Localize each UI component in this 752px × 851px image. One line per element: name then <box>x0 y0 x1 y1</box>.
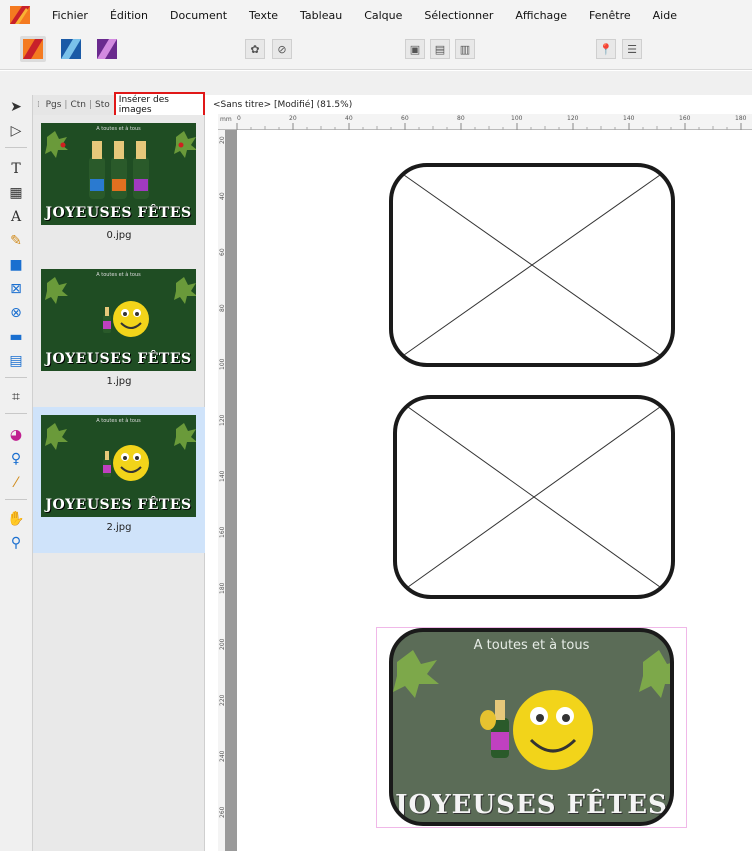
ellipse-frame-tool-icon[interactable]: ⊗ <box>6 303 26 323</box>
transparency-tool-icon[interactable]: ♀ <box>6 449 26 469</box>
asset-thumbnail[interactable]: A toutes et à tous JOYEUSES FÊTES <box>41 415 196 517</box>
preflight-icon[interactable]: ✿ <box>245 39 265 59</box>
table-tool-icon[interactable]: ▦ <box>6 183 26 203</box>
menu-texte[interactable]: Texte <box>249 9 278 22</box>
toolbar: ✿ ⊘ ▣ ▤ ▥ 📍 ☰ <box>0 30 752 70</box>
menu-aide[interactable]: Aide <box>653 9 677 22</box>
ruler-ticks <box>236 123 742 130</box>
thumb-banner: JOYEUSES FÊTES <box>45 351 192 367</box>
tools-panel: ➤ ▷ T ▦ A ✎ ■ ⊠ ⊗ ▬ ▤ ⌗ ◕ ♀ ⁄ ✋ ⚲ <box>0 95 33 851</box>
thumb-banner: JOYEUSES FÊTES <box>45 205 192 221</box>
picture-frame-filled[interactable]: A toutes et à tous JOYEUSES FÊTES <box>376 627 687 828</box>
menu-bar: Fichier Édition Document Texte Tableau C… <box>0 0 752 30</box>
menu-selectionner[interactable]: Sélectionner <box>424 9 493 22</box>
panel-tabs: ⁞ Pgs | Ctn | Sto Insérer des images <box>33 92 205 118</box>
designer-persona-icon[interactable] <box>58 36 84 62</box>
zoom-tool-icon[interactable]: ⚲ <box>6 533 26 553</box>
artistic-text-tool-icon[interactable]: A <box>6 207 26 227</box>
panel-grip-icon[interactable]: ⁞ <box>37 100 45 110</box>
pin-icon[interactable]: 📍 <box>596 39 616 59</box>
wrap-around-icon[interactable]: ▤ <box>430 39 450 59</box>
tab-stock[interactable]: Sto <box>94 100 111 110</box>
node-tool-icon[interactable]: ▷ <box>6 121 26 141</box>
text-wrap-icon[interactable]: ▣ <box>405 39 425 59</box>
ruler-label: 140 <box>623 115 635 122</box>
photo-persona-icon[interactable] <box>94 36 120 62</box>
tool-divider <box>5 147 27 148</box>
ruler-label: 100 <box>511 115 523 122</box>
publisher-persona-icon[interactable] <box>20 36 46 62</box>
menu-affichage[interactable]: Affichage <box>515 9 567 22</box>
asset-thumbnail[interactable]: A toutes et à tous JOYEUSES FÊTES <box>41 123 196 225</box>
shape-tool-icon[interactable]: ■ <box>6 255 26 275</box>
image-assets-panel: A toutes et à tous JOYEUSES FÊTES 0.jpg <box>33 115 205 851</box>
asset-name: 1.jpg <box>106 376 132 387</box>
placed-image-caption: A toutes et à tous <box>473 638 590 653</box>
tool-divider <box>5 377 27 378</box>
tool-divider <box>5 499 27 500</box>
picture-frame-empty[interactable] <box>388 162 676 368</box>
tab-separator: | <box>64 100 68 110</box>
ruler-label: 40 <box>345 115 353 122</box>
asset-item[interactable]: A toutes et à tous JOYEUSES FÊTES 0.jpg <box>33 115 205 261</box>
text-frame-icon[interactable]: ☰ <box>622 39 642 59</box>
menu-edition[interactable]: Édition <box>110 9 148 22</box>
ruler-unit: mm <box>220 116 232 123</box>
ruler-label: 160 <box>679 115 691 122</box>
pen-tool-icon[interactable]: ✎ <box>6 231 26 251</box>
hand-tool-icon[interactable]: ✋ <box>6 509 26 529</box>
color-picker-icon[interactable]: ⁄ <box>6 473 26 493</box>
tab-separator: | <box>89 100 93 110</box>
menu-tableau[interactable]: Tableau <box>300 9 342 22</box>
ruler-label: 0 <box>237 115 241 122</box>
picture-frame-tool-icon[interactable]: ⊠ <box>6 279 26 299</box>
menu-calque[interactable]: Calque <box>364 9 402 22</box>
text-frame-tool-icon[interactable]: T <box>6 159 26 179</box>
crop-tool-icon[interactable]: ⌗ <box>6 387 26 407</box>
app-logo-icon[interactable] <box>10 6 30 24</box>
menu-fenetre[interactable]: Fenêtre <box>589 9 631 22</box>
frame-text-tool-icon[interactable]: ▤ <box>6 351 26 371</box>
ruler-label: 180 <box>735 115 747 122</box>
asset-thumbnail[interactable]: A toutes et à tous JOYEUSES FÊTES <box>41 269 196 371</box>
placed-image[interactable]: A toutes et à tous JOYEUSES FÊTES <box>389 628 674 826</box>
menu-document[interactable]: Document <box>170 9 227 22</box>
ruler-label: 80 <box>457 115 465 122</box>
menu-fichier[interactable]: Fichier <box>52 9 88 22</box>
ruler-label: 20 <box>289 115 297 122</box>
move-tool-icon[interactable]: ➤ <box>6 97 26 117</box>
tool-divider <box>5 413 27 414</box>
ruler-label: 120 <box>567 115 579 122</box>
thumb-banner: JOYEUSES FÊTES <box>45 497 192 513</box>
wrap-square-icon[interactable]: ▥ <box>455 39 475 59</box>
picture-frame-empty[interactable] <box>392 394 676 600</box>
tab-content[interactable]: Ctn <box>69 100 87 110</box>
pasteboard <box>225 130 237 851</box>
fill-tool-icon[interactable]: ◕ <box>6 425 26 445</box>
document-tab[interactable]: <Sans titre> [Modifié] (81.5%) <box>213 97 352 113</box>
asset-item[interactable]: A toutes et à tous JOYEUSES FÊTES 1.jpg <box>33 261 205 407</box>
place-image-tool-icon[interactable]: ▬ <box>6 327 26 347</box>
ruler-label: 60 <box>401 115 409 122</box>
placed-image-banner: JOYEUSES FÊTES <box>395 790 668 820</box>
asset-item-selected[interactable]: A toutes et à tous JOYEUSES FÊTES 2.jpg <box>33 407 205 553</box>
tab-pages[interactable]: Pgs <box>45 100 63 110</box>
ruler-horizontal[interactable]: mm 0 20 40 60 80 100 120 140 160 180 <box>218 114 752 130</box>
context-strip <box>0 71 752 95</box>
asset-name: 2.jpg <box>106 522 132 533</box>
pen-tool-icon[interactable]: ⊘ <box>272 39 292 59</box>
asset-name: 0.jpg <box>106 230 132 241</box>
